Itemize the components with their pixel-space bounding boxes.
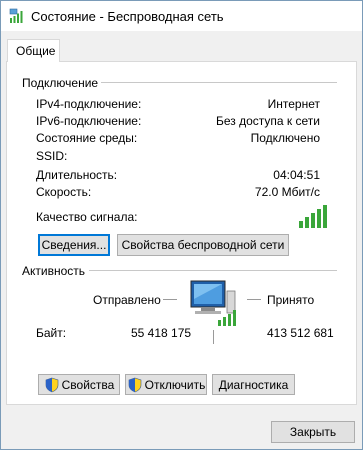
received-connector-line xyxy=(247,299,261,300)
received-label: Принято xyxy=(267,293,315,307)
activity-group-divider xyxy=(89,270,337,271)
bytes-received-value: 413 512 681 xyxy=(267,326,334,340)
speed-value: 72.0 Мбит/с xyxy=(254,185,320,199)
close-button-label: Закрыть xyxy=(289,425,337,439)
window-title: Состояние - Беспроводная сеть xyxy=(31,9,224,24)
ipv6-label: IPv6-подключение: xyxy=(36,114,142,128)
diagnose-button-label: Диагностика xyxy=(218,377,289,392)
activity-group-title: Активность xyxy=(22,264,86,278)
sent-label: Отправлено xyxy=(93,293,161,307)
wireless-network-icon xyxy=(9,8,23,23)
uac-shield-icon xyxy=(128,377,141,392)
properties-button[interactable]: Свойства xyxy=(38,374,120,395)
sent-connector-line xyxy=(163,299,177,300)
status-dialog: Состояние - Беспроводная сеть Общие Подк… xyxy=(0,0,363,450)
connection-group-divider xyxy=(101,82,337,83)
duration-label: Длительность: xyxy=(36,168,118,182)
tab-general-label: Общие xyxy=(16,44,56,58)
signal-quality-label: Качество сигнала: xyxy=(36,210,138,224)
ipv4-label: IPv4-подключение: xyxy=(36,97,142,111)
diagnose-button[interactable]: Диагностика xyxy=(212,374,295,395)
signal-strength-icon xyxy=(299,205,327,228)
ipv6-value: Без доступа к сети xyxy=(216,114,320,128)
ssid-label: SSID: xyxy=(36,149,68,163)
wireless-properties-button[interactable]: Свойства беспроводной сети xyxy=(117,234,289,256)
media-state-label: Состояние среды: xyxy=(36,131,138,145)
details-button-label: Сведения... xyxy=(41,238,107,252)
wireless-properties-button-label: Свойства беспроводной сети xyxy=(121,238,285,252)
tab-general[interactable]: Общие xyxy=(7,39,60,62)
uac-shield-icon xyxy=(45,377,58,392)
bytes-sent-value: 55 418 175 xyxy=(131,326,192,340)
bytes-divider xyxy=(213,330,214,344)
connection-group-title: Подключение xyxy=(22,76,99,90)
properties-button-label: Свойства xyxy=(61,377,115,392)
details-button[interactable]: Сведения... xyxy=(38,234,110,256)
close-button[interactable]: Закрыть xyxy=(271,421,355,443)
ipv4-value: Интернет xyxy=(267,97,320,111)
speed-label: Скорость: xyxy=(36,185,92,199)
title-bar[interactable]: Состояние - Беспроводная сеть xyxy=(1,1,362,31)
disable-button-label: Отключить xyxy=(144,377,206,392)
bytes-label: Байт: xyxy=(36,326,67,340)
tab-panel-general xyxy=(6,61,357,405)
disable-button[interactable]: Отключить xyxy=(125,374,207,395)
duration-value: 04:04:51 xyxy=(273,168,320,182)
activity-signal-icon xyxy=(218,310,236,326)
media-state-value: Подключено xyxy=(250,131,320,145)
